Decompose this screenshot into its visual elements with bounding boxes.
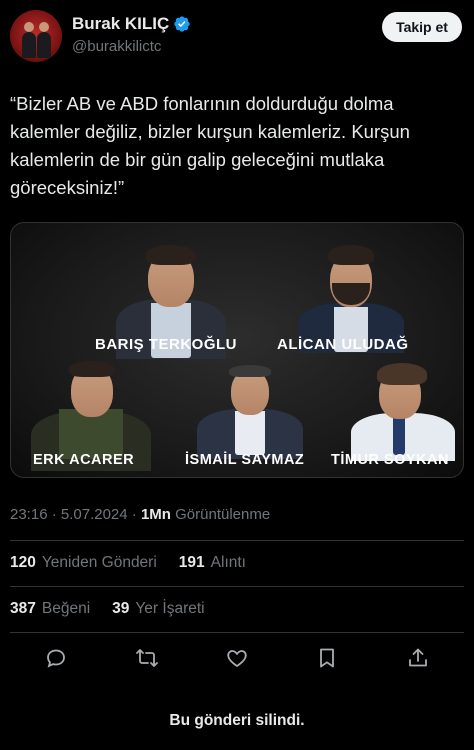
person-label-1: BARIŞ TERKOĞLU (95, 336, 237, 353)
quotes-count[interactable]: 191 (179, 554, 205, 572)
tweet-text: “Bizler AB ve ABD fonlarının doldurduğu … (10, 93, 410, 198)
person-label-2: ALİCAN ULUDAĞ (277, 336, 409, 353)
author-name-row[interactable]: Burak KILIÇ (72, 14, 191, 34)
person-photo-1 (111, 241, 231, 359)
author-handle[interactable]: @burakkilictc (72, 38, 161, 55)
share-icon[interactable] (406, 646, 430, 670)
verified-badge-icon (174, 16, 190, 32)
like-icon[interactable] (225, 646, 249, 670)
deleted-notice: Bu gönderi silindi. (169, 712, 305, 729)
follow-button[interactable]: Takip et (382, 12, 462, 42)
bookmarks-label[interactable]: Yer İşareti (135, 600, 204, 618)
divider (10, 632, 464, 633)
person-photo-3 (31, 361, 151, 471)
quotes-label[interactable]: Alıntı (211, 554, 246, 572)
person-label-4: İSMAİL SAYMAZ (185, 452, 305, 468)
person-photo-2 (296, 243, 406, 353)
stats-row-likes: 387 Beğeni 39 Yer İşareti (10, 600, 205, 618)
author-name[interactable]: Burak KILIÇ (72, 14, 169, 34)
person-label-5: TİMUR SOYKAN (331, 452, 449, 468)
stats-row-reposts: 120 Yeniden Gönderi 191 Alıntı (10, 554, 246, 572)
action-bar (10, 644, 464, 674)
likes-count[interactable]: 387 (10, 600, 36, 618)
tweet-header: Burak KILIÇ @burakkilictc Takip et (10, 10, 464, 64)
person-label-3: ERK ACARER (33, 452, 135, 468)
avatar[interactable] (10, 10, 62, 62)
reposts-count[interactable]: 120 (10, 554, 36, 572)
reply-icon[interactable] (44, 646, 68, 670)
tweet-date[interactable]: 5.07.2024 (61, 506, 128, 523)
person-photo-5 (347, 361, 457, 461)
views-count: 1Mn (140, 506, 171, 523)
tweet-image[interactable]: BARIŞ TERKOĞLU ALİCAN ULUDAĞ ERK ACARER … (10, 222, 464, 478)
tweet-time[interactable]: 23:16 (10, 506, 48, 523)
tweet-meta: 23:16 · 5.07.2024 · 1Mn Görüntülenme (10, 506, 271, 523)
divider (10, 540, 464, 541)
likes-label[interactable]: Beğeni (42, 600, 90, 618)
divider (10, 586, 464, 587)
person-photo-4 (195, 365, 305, 459)
bookmark-icon[interactable] (315, 646, 339, 670)
repost-icon[interactable] (135, 646, 159, 670)
bookmarks-count[interactable]: 39 (112, 600, 129, 618)
reposts-label[interactable]: Yeniden Gönderi (42, 554, 157, 572)
views-label: Görüntülenme (175, 506, 271, 523)
